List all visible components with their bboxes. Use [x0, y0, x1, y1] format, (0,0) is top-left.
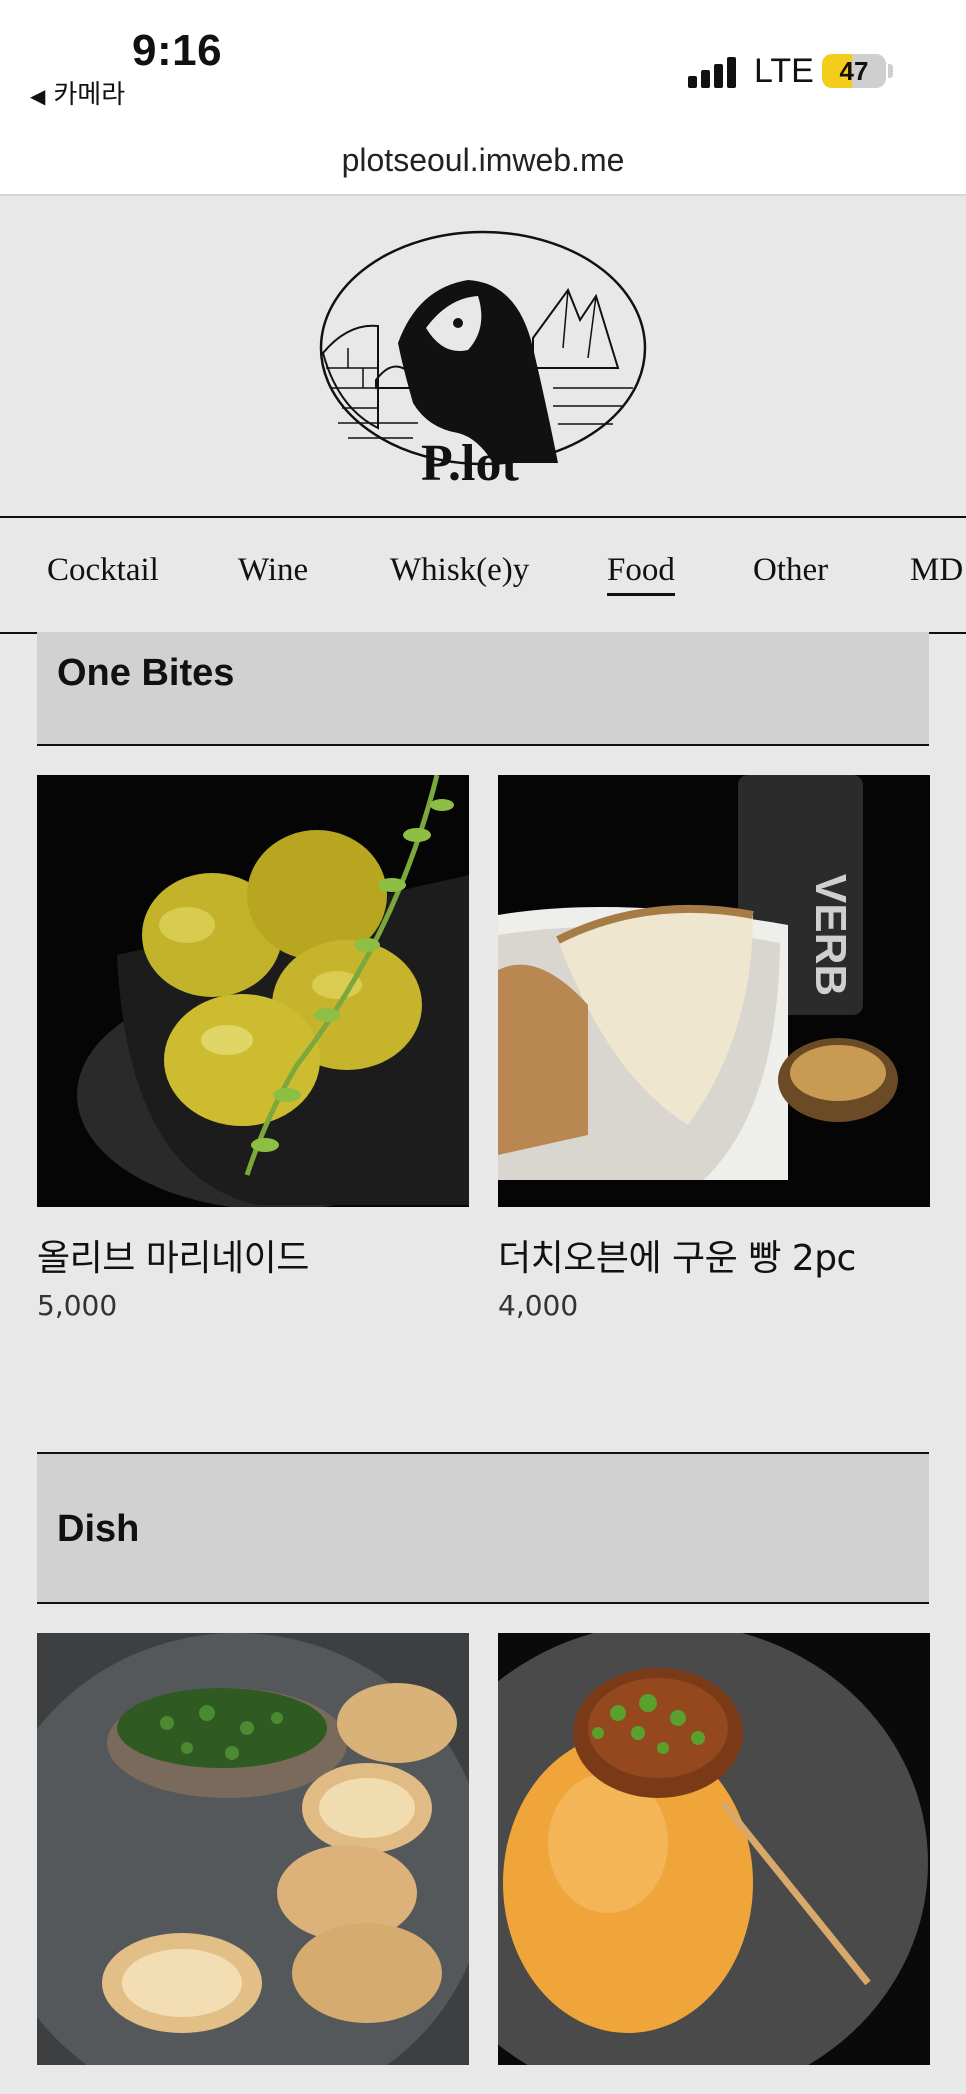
nav-wine[interactable]: Wine: [238, 552, 308, 589]
back-arrow-icon: ◀: [30, 84, 46, 108]
site-logo[interactable]: P.lot: [318, 228, 648, 492]
svg-text:P.lot: P.lot: [421, 435, 519, 484]
section-rule: [37, 1602, 929, 1604]
product-name[interactable]: 올리브 마리네이드: [37, 1229, 469, 1281]
product-card[interactable]: 올리브 마리네이드 5,000: [37, 775, 469, 1322]
penguin-logo-icon: P.lot: [319, 230, 647, 492]
status-bar: 9:16 ◀ 카메라 LTE 47 plotseoul.imweb.me: [0, 0, 966, 196]
network-type: LTE: [754, 52, 814, 90]
category-nav: Cocktail Wine Whisk(e)y Food Other MD: [0, 516, 966, 634]
product-price: 5,000: [37, 1289, 118, 1322]
dutch-oven-bread-photo[interactable]: VERB: [498, 775, 930, 1207]
product-card[interactable]: [498, 1633, 930, 2065]
signal-strength-icon: [688, 56, 736, 88]
back-label: 카메라: [53, 80, 126, 110]
nav-cocktail[interactable]: Cocktail: [47, 552, 159, 589]
svg-text:VERB: VERB: [806, 874, 855, 996]
battery-level: 47: [839, 56, 869, 86]
section-header-dish: Dish: [37, 1454, 929, 1602]
product-name[interactable]: 더치오븐에 구운 빵 2pc: [498, 1229, 930, 1281]
status-time: 9:16: [132, 26, 223, 75]
address-bar-url[interactable]: plotseoul.imweb.me: [0, 142, 966, 179]
product-card[interactable]: VERB 더치오븐에 구운 빵 2pc 4,000: [498, 775, 930, 1322]
section-rule: [37, 744, 929, 746]
back-to-camera-link[interactable]: ◀ 카메라: [30, 74, 125, 111]
nav-whiskey[interactable]: Whisk(e)y: [390, 552, 529, 589]
product-price: 4,000: [498, 1289, 579, 1322]
croquette-with-sauce-photo[interactable]: [498, 1633, 930, 2065]
pate-with-toast-photo[interactable]: [37, 1633, 469, 2065]
battery-icon: 47: [822, 54, 886, 88]
nav-md[interactable]: MD: [910, 552, 963, 589]
section-title: Dish: [57, 1508, 140, 1550]
battery-cap: [888, 64, 893, 78]
section-title: One Bites: [57, 652, 235, 694]
nav-other[interactable]: Other: [753, 552, 828, 589]
product-card[interactable]: [37, 1633, 469, 2065]
marinated-olives-photo[interactable]: [37, 775, 469, 1207]
browser-divider: [0, 194, 966, 196]
section-header-one-bites: One Bites: [37, 632, 929, 744]
nav-food[interactable]: Food: [607, 552, 675, 596]
